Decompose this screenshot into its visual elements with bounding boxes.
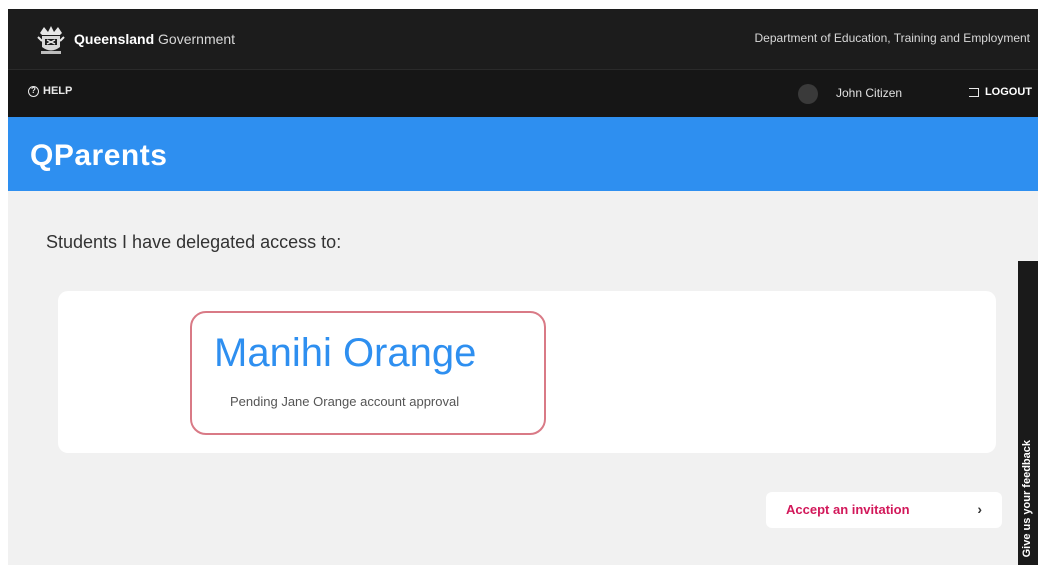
government-name-light: Government (158, 31, 236, 47)
help-button[interactable]: ? HELP (28, 85, 72, 97)
chevron-right-icon: › (977, 501, 982, 517)
avatar[interactable] (798, 84, 818, 104)
accept-invitation-label: Accept an invitation (786, 502, 910, 517)
user-toolbar: ? HELP John Citizen LOGOUT (8, 69, 1038, 118)
student-name: Manihi Orange (214, 331, 477, 375)
logout-icon (968, 87, 979, 97)
department-name[interactable]: Department of Education, Training and Em… (755, 31, 1030, 45)
help-label: HELP (43, 85, 73, 97)
logout-label: LOGOUT (984, 86, 1032, 98)
logout-button[interactable]: LOGOUT (968, 86, 1032, 98)
government-name-bold: Queensland (74, 31, 155, 47)
help-icon: ? (28, 85, 39, 97)
government-header: Queensland Government Department of Educ… (8, 9, 1038, 69)
user-name[interactable]: John Citizen (836, 86, 902, 100)
feedback-label: Give us your feedback (1021, 439, 1033, 557)
student-status: Pending Jane Orange account approval (230, 394, 460, 409)
accept-invitation-button[interactable]: Accept an invitation › (766, 492, 1002, 528)
queensland-crest-icon (37, 26, 65, 54)
app-title[interactable]: QParents (30, 139, 167, 173)
page-frame: Queensland Government Department of Educ… (8, 9, 1038, 565)
page-heading: Students I have delegated access to: (46, 232, 342, 252)
feedback-tab[interactable]: Give us your feedback (1018, 261, 1038, 565)
app-header: QParents (8, 117, 1038, 191)
government-name[interactable]: Queensland Government (74, 31, 235, 47)
student-card[interactable]: Manihi Orange Pending Jane Orange accoun… (190, 311, 546, 435)
students-card: Manihi Orange Pending Jane Orange accoun… (58, 291, 996, 453)
